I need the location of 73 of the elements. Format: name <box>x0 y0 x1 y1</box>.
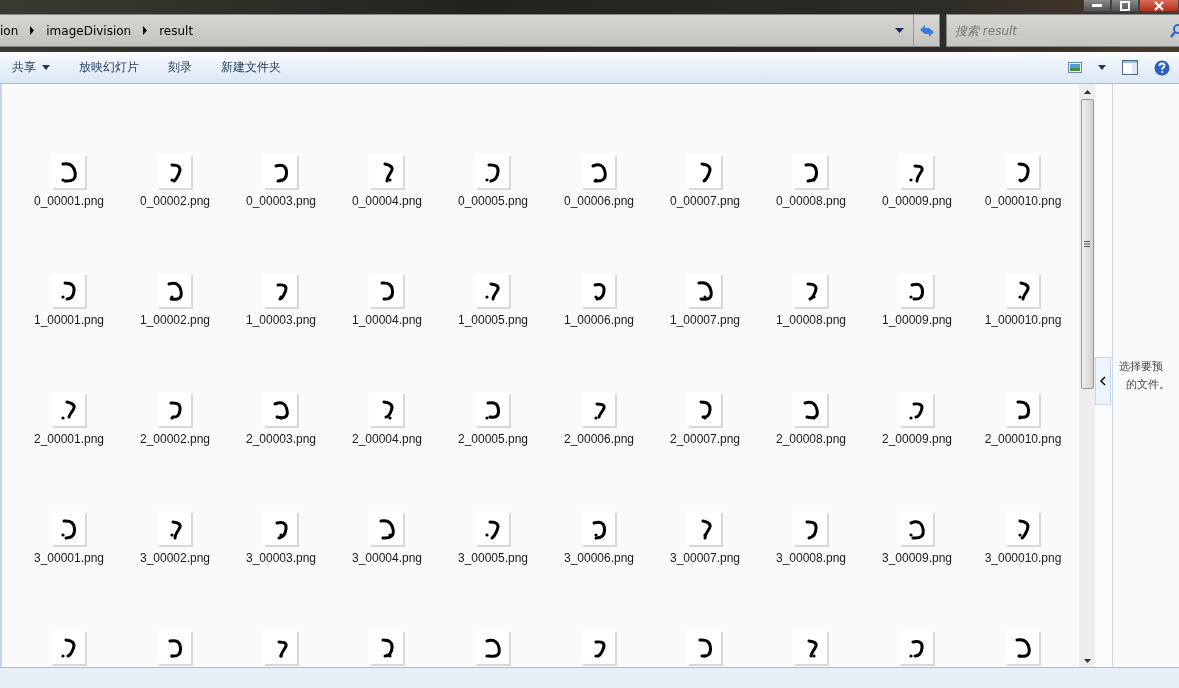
breadcrumb-item[interactable]: ion <box>0 23 19 38</box>
file-name[interactable]: 0_00003.png <box>245 194 317 208</box>
file-name[interactable]: 0_00008.png <box>775 194 847 208</box>
file-name[interactable]: 2_00003.png <box>245 432 317 446</box>
file-name[interactable]: 0_00001.png <box>33 194 105 208</box>
file-name[interactable]: 3_00005.png <box>457 551 529 565</box>
file-name[interactable]: 1_000010.png <box>984 313 1062 327</box>
file-name[interactable]: 2_00005.png <box>457 432 529 446</box>
close-button[interactable] <box>1139 0 1179 12</box>
file-name[interactable]: 2_00004.png <box>351 432 423 446</box>
scroll-down-icon <box>1083 659 1091 663</box>
file-name[interactable]: 0_00007.png <box>669 194 741 208</box>
file-name[interactable]: 2_00008.png <box>775 432 847 446</box>
grip-icon <box>1084 241 1090 247</box>
file-name[interactable]: 3_00007.png <box>669 551 741 565</box>
toolbar-button[interactable]: 放映幻灯片 <box>71 55 147 80</box>
refresh-icon <box>918 23 935 38</box>
file-name[interactable]: 3_000010.png <box>984 551 1062 565</box>
scroll-up-icon <box>1083 90 1091 94</box>
file-name[interactable]: 2_00001.png <box>33 432 105 446</box>
preview-message: 的文件。 <box>1125 376 1170 393</box>
file-name[interactable]: 3_00001.png <box>33 551 105 565</box>
file-name[interactable]: 1_00009.png <box>881 313 953 327</box>
file-name[interactable]: 2_00006.png <box>563 432 635 446</box>
chevron-icon <box>29 26 36 35</box>
file-name[interactable]: 1_00001.png <box>33 313 105 327</box>
toolbar-button[interactable]: 刻录 <box>160 55 200 80</box>
file-name[interactable]: 0_00004.png <box>351 194 423 208</box>
caret-icon <box>1098 65 1106 70</box>
pane-icon <box>1122 60 1138 75</box>
file-name[interactable]: 1_00007.png <box>669 313 741 327</box>
file-name[interactable]: 3_00009.png <box>881 551 953 565</box>
restore-icon <box>1119 0 1131 11</box>
file-name[interactable]: 3_00006.png <box>563 551 635 565</box>
toolbar-button[interactable]: 新建文件夹 <box>213 55 289 80</box>
file-name[interactable]: 0_00002.png <box>139 194 211 208</box>
help-icon <box>1154 59 1170 76</box>
file-name[interactable]: 1_00004.png <box>351 313 423 327</box>
breadcrumb-item[interactable]: result <box>159 23 194 38</box>
file-name[interactable]: 2_00007.png <box>669 432 741 446</box>
file-name[interactable]: 1_00002.png <box>139 313 211 327</box>
file-name[interactable]: 3_00008.png <box>775 551 847 565</box>
search-icon <box>1169 24 1179 38</box>
share-menu[interactable]: 共享 <box>4 55 58 80</box>
scrollbar[interactable] <box>1079 84 1095 667</box>
file-name[interactable]: 1_00006.png <box>563 313 635 327</box>
file-name[interactable]: 3_00004.png <box>351 551 423 565</box>
file-name[interactable]: 2_000010.png <box>984 432 1062 446</box>
maximize-button[interactable] <box>1111 0 1139 12</box>
file-name[interactable]: 3_00003.png <box>245 551 317 565</box>
file-name[interactable]: 2_00002.png <box>139 432 211 446</box>
file-name[interactable]: 3_00002.png <box>139 551 211 565</box>
file-name[interactable]: 2_00009.png <box>881 432 953 446</box>
file-name[interactable]: 0_00005.png <box>457 194 529 208</box>
file-name[interactable]: 0_00009.png <box>881 194 953 208</box>
image-icon <box>1068 62 1082 73</box>
chevron-icon <box>1100 375 1106 386</box>
close-icon <box>1153 0 1165 11</box>
minimize-button[interactable] <box>1083 0 1111 12</box>
file-name[interactable]: 0_000010.png <box>984 194 1062 208</box>
file-name[interactable]: 1_00005.png <box>457 313 529 327</box>
collapse-pane-button[interactable] <box>1095 356 1111 405</box>
scroll-thumb[interactable] <box>1080 99 1094 389</box>
file-name[interactable]: 1_00003.png <box>245 313 317 327</box>
preview-message: 选择要预 <box>1119 358 1163 375</box>
search-field[interactable]: 搜索 result <box>946 14 1179 47</box>
breadcrumb-item[interactable]: imageDivision <box>46 23 132 38</box>
file-name[interactable]: 0_00006.png <box>563 194 635 208</box>
caret-icon <box>895 28 904 33</box>
address-bar[interactable]: ion imageDivision result <box>0 14 940 47</box>
file-name[interactable]: 1_00008.png <box>775 313 847 327</box>
caret-icon <box>42 65 50 70</box>
chevron-icon <box>142 26 149 35</box>
